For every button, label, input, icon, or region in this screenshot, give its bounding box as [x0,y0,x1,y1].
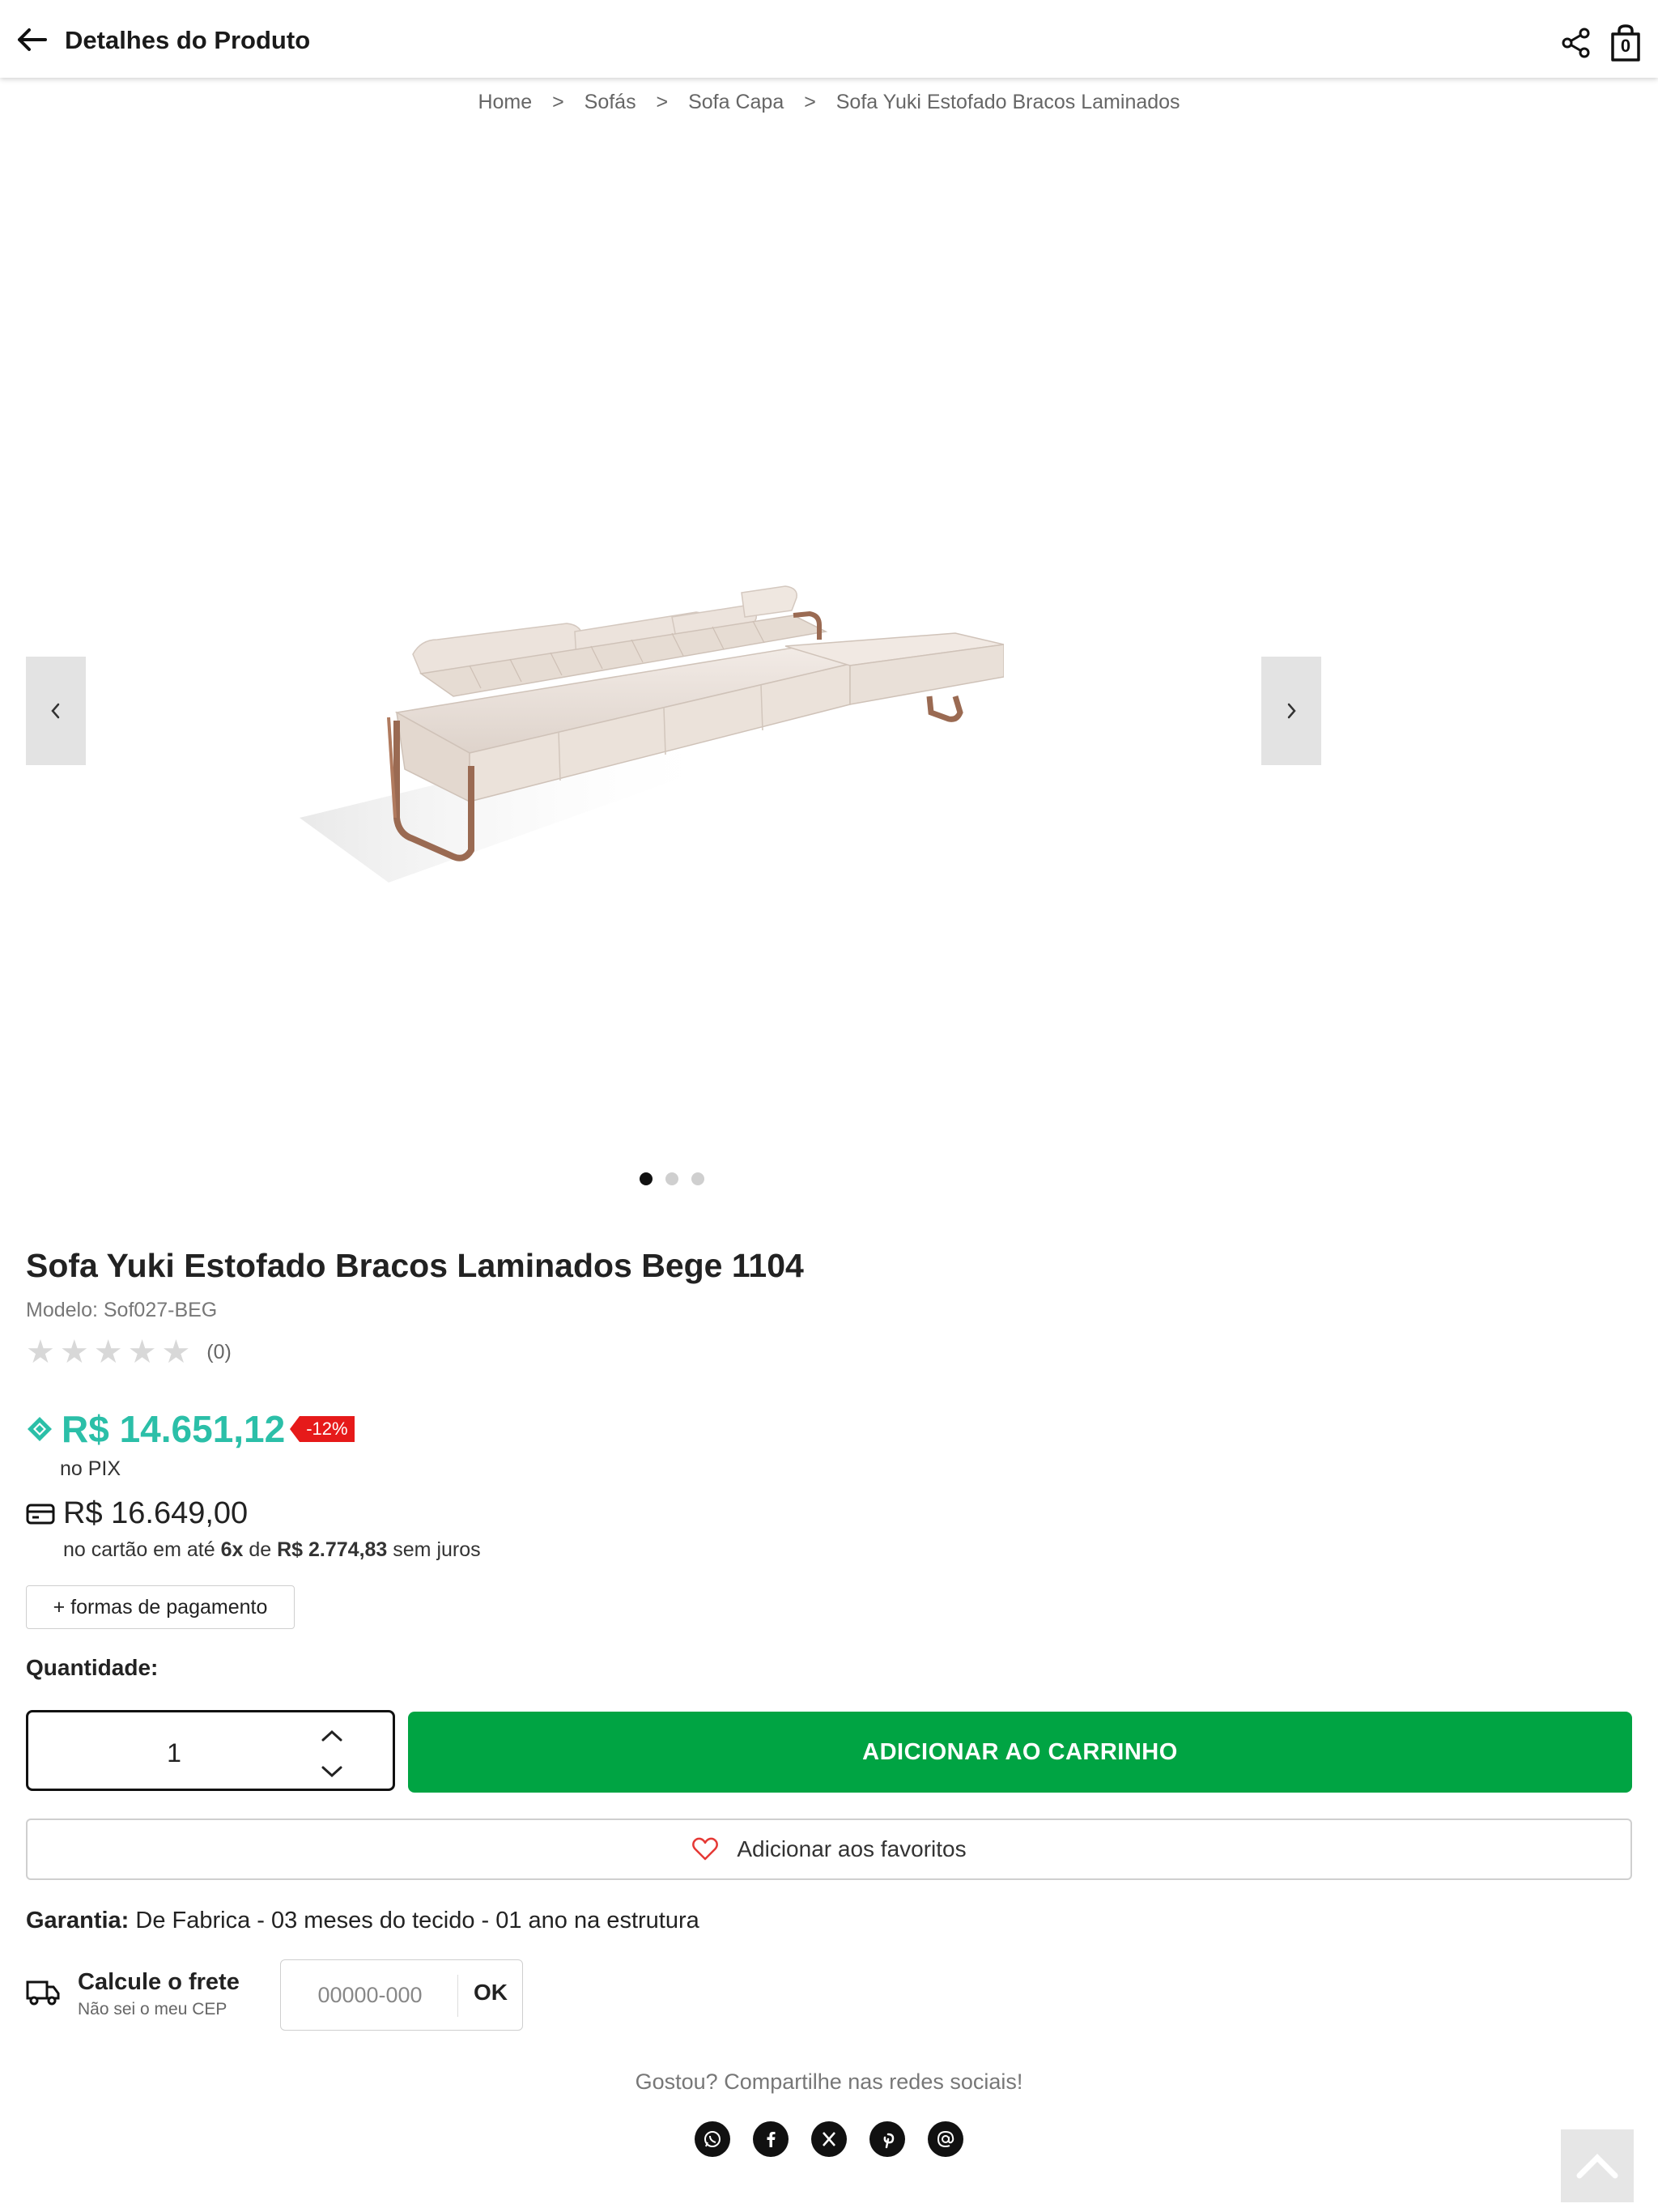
breadcrumb-sofa-capa[interactable]: Sofa Capa [688,91,784,113]
email-icon[interactable] [928,2121,963,2157]
page-title: Detalhes do Produto [65,26,311,54]
gallery-prev-button[interactable] [26,657,86,765]
back-to-top-button[interactable] [1561,2129,1634,2202]
cart-count-badge: 0 [1620,36,1631,56]
product-gallery [0,138,1321,1174]
chevron-up-icon [321,1729,342,1742]
breadcrumb: Home > Sofás > Sofa Capa > Sofa Yuki Est… [0,91,1658,114]
breadcrumb-separator: > [804,91,816,113]
breadcrumb-current: Sofa Yuki Estofado Bracos Laminados [835,91,1180,113]
back-arrow-icon[interactable] [16,28,49,52]
card-price: R$ 16.649,00 [63,1496,249,1530]
pinterest-icon[interactable] [869,2121,905,2157]
installments-text: no cartão em até 6x de R$ 2.774,83 sem j… [63,1538,481,1562]
shipping-title: Calcule o frete [78,1969,240,1995]
gallery-dot-1[interactable] [640,1172,653,1185]
rating-count: (0) [206,1340,232,1363]
heart-icon [692,1837,719,1861]
add-to-cart-button[interactable]: ADICIONAR AO CARRINHO [408,1712,1632,1793]
pix-icon [28,1417,52,1441]
discount-badge: -12% [290,1416,355,1442]
warranty-text: De Fabrica - 03 meses do tecido - 01 ano… [129,1908,699,1933]
star-icon: ★ [127,1334,157,1370]
quantity-label: Quantidade: [26,1655,159,1680]
shopping-bag-icon[interactable]: 0 [1609,24,1642,62]
warranty-info: Garantia: De Fabrica - 03 meses do tecid… [26,1908,699,1934]
installments-count: 6x [220,1538,244,1561]
shipping-calculator: Calcule o frete Não sei o meu CEP OK [26,1959,528,2031]
gallery-next-button[interactable] [1261,657,1321,765]
cep-divider [457,1975,458,2017]
quantity-increase-button[interactable] [312,1721,352,1750]
breadcrumb-separator: > [656,91,669,113]
cep-input[interactable] [289,1976,451,2014]
star-icon: ★ [59,1334,89,1370]
quantity-stepper[interactable]: 1 [26,1710,395,1791]
social-share-label: Gostou? Compartilhe nas redes sociais! [635,2069,1023,2094]
cep-help-link[interactable]: Não sei o meu CEP [78,2000,227,2019]
gallery-dot-3[interactable] [691,1172,704,1185]
product-image[interactable] [291,575,1005,899]
credit-card-icon [26,1504,55,1524]
x-icon[interactable] [811,2121,847,2157]
cep-ok-button[interactable]: OK [462,1980,519,2006]
installments-suffix: sem juros [393,1538,481,1561]
gallery-dot-2[interactable] [665,1172,678,1185]
quantity-decrease-button[interactable] [312,1758,352,1787]
favorites-label: Adicionar aos favoritos [737,1836,967,1861]
product-model: Modelo: Sof027-BEG [26,1299,218,1321]
whatsapp-icon[interactable] [695,2121,730,2157]
product-title: Sofa Yuki Estofado Bracos Laminados Bege… [26,1247,804,1284]
facebook-icon[interactable] [753,2121,789,2157]
payment-options-button[interactable]: + formas de pagamento [26,1585,295,1629]
breadcrumb-separator: > [552,91,564,113]
breadcrumb-home[interactable]: Home [478,91,532,113]
chevron-up-icon [1576,2154,1618,2179]
rating-stars: ★ ★ ★ ★ ★ [26,1336,190,1368]
star-icon: ★ [93,1334,123,1370]
cep-form: OK [280,1959,523,2031]
app-header: Detalhes do Produto 0 [0,0,1658,78]
product-rating[interactable]: ★ ★ ★ ★ ★ (0) [26,1336,232,1368]
add-to-favorites-button[interactable]: Adicionar aos favoritos [26,1819,1632,1880]
installment-value: R$ 2.774,83 [277,1538,388,1561]
pix-price-row: R$ 14.651,12 -12% [26,1407,355,1451]
star-icon: ★ [26,1334,55,1370]
social-share-row [695,2121,963,2157]
star-icon: ★ [161,1334,191,1370]
gallery-pagination [640,1172,704,1185]
chevron-down-icon [321,1766,342,1778]
truck-icon [26,1980,60,2006]
share-icon[interactable] [1561,28,1592,58]
chevron-right-icon [1287,703,1296,719]
installments-mid: de [249,1538,272,1561]
sofa-image [300,585,1005,883]
quantity-value[interactable]: 1 [142,1738,206,1768]
chevron-left-icon [51,703,60,719]
card-price-row: R$ 16.649,00 [26,1496,248,1531]
breadcrumb-sofas[interactable]: Sofás [585,91,636,113]
pix-price: R$ 14.651,12 [62,1408,286,1450]
warranty-label: Garantia: [26,1908,130,1933]
pix-label: no PIX [60,1457,121,1480]
installments-prefix: no cartão em até [63,1538,215,1561]
